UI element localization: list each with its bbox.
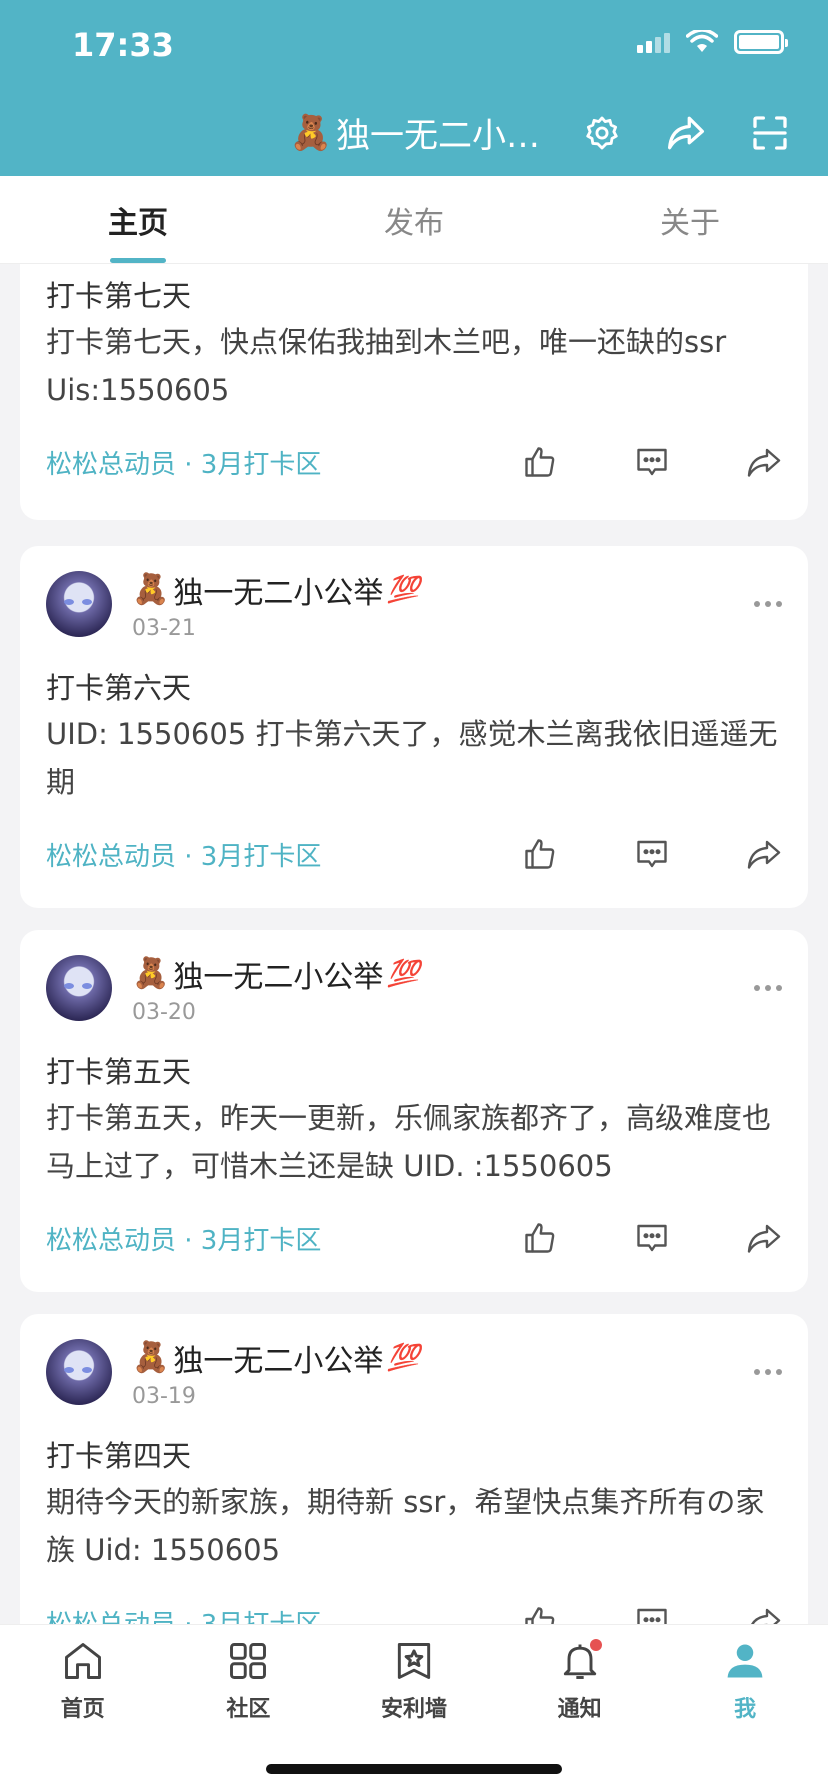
home-indicator [266, 1764, 562, 1774]
post-card[interactable]: 打卡第七天 打卡第七天，快点保佑我抽到木兰吧，唯一还缺的ssr Uis:1550… [20, 264, 808, 520]
comment-icon [637, 1608, 667, 1624]
scan-icon [753, 115, 787, 150]
post-tag[interactable]: 松松总动员 · 3月打卡区 [46, 444, 321, 481]
post-date: 03-20 [132, 999, 196, 1025]
nav-community[interactable]: 社区 [166, 1639, 332, 1725]
profile-title: 🧸 独一无二小… [290, 108, 540, 157]
author-name[interactable]: 🧸 独一无二小公举 💯 [132, 568, 420, 612]
author-name[interactable]: 🧸 独一无二小公举 💯 [132, 952, 420, 996]
post-tag[interactable]: 松松总动员 · 3月打卡区 [46, 1604, 321, 1625]
like-button[interactable] [522, 1220, 558, 1256]
share-post-button[interactable] [746, 1604, 782, 1624]
avatar[interactable] [46, 1339, 112, 1405]
comment-button[interactable] [634, 1604, 670, 1624]
post-date: 03-21 [132, 615, 196, 641]
share-post-button[interactable] [746, 836, 782, 872]
thumbs-up-icon [525, 447, 555, 477]
status-icons [637, 30, 788, 54]
person-icon [727, 1644, 763, 1678]
post-body: 期待今天的新家族，期待新 ssr，希望快点集齐所有の家族 Uid: 155060… [46, 1485, 765, 1567]
post-title: 打卡第六天 [46, 671, 192, 705]
share-post-button[interactable] [746, 1220, 782, 1256]
bear-emoji: 🧸 [132, 1340, 170, 1375]
post-tag[interactable]: 松松总动员 · 3月打卡区 [46, 836, 321, 873]
share-icon [747, 448, 781, 477]
post-card[interactable]: 🧸 独一无二小公举 💯 03-19 打卡第四天 期待今天的新家族，期待新 ssr… [20, 1314, 808, 1624]
home-icon [64, 1643, 101, 1679]
profile-title-text: 独一无二小… [336, 116, 540, 156]
post-feed[interactable]: 打卡第七天 打卡第七天，快点保佑我抽到木兰吧，唯一还缺的ssr Uis:1550… [0, 264, 828, 1624]
settings-button[interactable] [580, 111, 624, 155]
scan-button[interactable] [748, 111, 792, 155]
share-icon [747, 840, 781, 869]
bear-emoji: 🧸 [132, 956, 170, 991]
comment-icon [637, 448, 667, 476]
author-name[interactable]: 🧸 独一无二小公举 💯 [132, 1336, 420, 1380]
comment-button[interactable] [634, 1220, 670, 1256]
share-post-button[interactable] [746, 444, 782, 480]
like-button[interactable] [522, 836, 558, 872]
post-title: 打卡第七天 [46, 279, 192, 313]
hundred-badge: 💯 [387, 574, 420, 605]
comment-button[interactable] [634, 444, 670, 480]
avatar[interactable] [46, 571, 112, 637]
more-options-icon[interactable] [754, 985, 782, 991]
status-time: 17:33 [72, 26, 174, 64]
gear-icon [586, 116, 618, 149]
like-button[interactable] [522, 444, 558, 480]
post-tag[interactable]: 松松总动员 · 3月打卡区 [46, 1220, 321, 1257]
share-icon [751, 1608, 781, 1624]
nav-label: 通知 [557, 1697, 602, 1722]
more-options-icon[interactable] [754, 601, 782, 607]
grid-icon [230, 1643, 267, 1679]
notification-dot [589, 1639, 602, 1651]
battery-icon [734, 30, 788, 54]
nav-home[interactable]: 首页 [0, 1639, 166, 1725]
star-bookmark-icon [397, 1643, 431, 1679]
bell-icon-wrap [558, 1639, 602, 1683]
thumbs-up-icon [525, 1607, 555, 1624]
nav-label: 首页 [60, 1697, 105, 1722]
hundred-badge: 💯 [387, 1342, 420, 1373]
post-title: 打卡第四天 [46, 1439, 192, 1473]
post-body: 打卡第五天，昨天一更新，乐佩家族都齐了，高级难度也马上过了，可惜木兰还是缺 UI… [46, 1101, 772, 1183]
bottom-nav: 首页 社区 安利墙 通知 我 [0, 1624, 828, 1792]
comment-icon [637, 1224, 667, 1252]
comment-icon [637, 840, 667, 868]
bear-emoji: 🧸 [132, 572, 170, 607]
more-options-icon[interactable] [754, 1369, 782, 1375]
tab-about[interactable]: 关于 [552, 176, 828, 263]
tab-publish[interactable]: 发布 [276, 176, 552, 263]
share-button[interactable] [664, 111, 708, 155]
comment-button[interactable] [634, 836, 670, 872]
post-body: 打卡第七天，快点保佑我抽到木兰吧，唯一还缺的ssr Uis:1550605 [46, 325, 727, 407]
post-body: UID: 1550605 打卡第六天了，感觉木兰离我依旧遥遥无期 [46, 717, 778, 799]
thumbs-up-icon [525, 839, 555, 869]
nav-notifications[interactable]: 通知 [497, 1639, 663, 1725]
nav-label: 社区 [226, 1697, 271, 1722]
post-title: 打卡第五天 [46, 1055, 192, 1089]
nav-label: 安利墙 [380, 1697, 447, 1722]
tab-home[interactable]: 主页 [0, 176, 276, 263]
post-card[interactable]: 🧸 独一无二小公举 💯 03-20 打卡第五天 打卡第五天，昨天一更新，乐佩家族… [20, 930, 808, 1292]
bear-emoji: 🧸 [289, 112, 332, 153]
post-card[interactable]: 🧸 独一无二小公举 💯 03-21 打卡第六天 UID: 1550605 打卡第… [20, 546, 808, 908]
profile-tabs: 主页 发布 关于 [0, 176, 828, 264]
share-icon [747, 1224, 781, 1253]
post-date: 03-19 [132, 1383, 196, 1409]
wifi-icon [686, 30, 718, 52]
like-button[interactable] [522, 1604, 558, 1624]
thumbs-up-icon [525, 1223, 555, 1253]
app-header: 17:33 🧸 独一无二小… [0, 0, 828, 176]
nav-label: 我 [734, 1697, 757, 1722]
nav-me[interactable]: 我 [662, 1639, 828, 1725]
nav-recommend-wall[interactable]: 安利墙 [331, 1639, 497, 1725]
hundred-badge: 💯 [387, 958, 420, 989]
avatar[interactable] [46, 955, 112, 1021]
signal-icon [637, 31, 670, 53]
share-icon [668, 116, 704, 149]
